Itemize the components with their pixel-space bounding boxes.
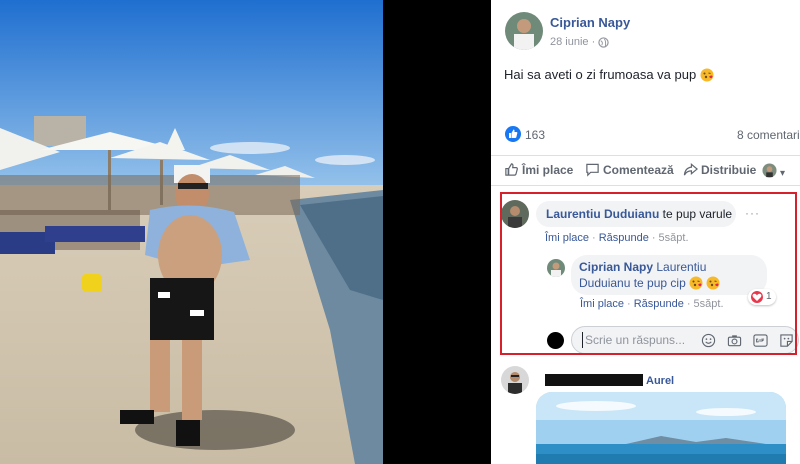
post-photo[interactable]: [0, 0, 383, 464]
commenter-avatar[interactable]: [501, 366, 529, 394]
audience-selector[interactable]: ▾: [762, 163, 786, 179]
emoji-icon[interactable]: [701, 333, 716, 348]
comments-count[interactable]: 8 comentarii: [737, 128, 800, 142]
chevron-down-icon: ▾: [780, 168, 786, 179]
separator-dot: ·: [686, 298, 691, 310]
reply-time[interactable]: 5săpt.: [694, 298, 724, 310]
like-button[interactable]: Îmi place: [505, 163, 574, 177]
post-date[interactable]: 28 iunie ·: [550, 36, 595, 48]
separator-dot: ·: [627, 298, 631, 310]
like-button-label: Îmi place: [522, 163, 574, 177]
comment-options-button[interactable]: ···: [745, 206, 760, 220]
gif-icon[interactable]: [753, 333, 768, 348]
thumbs-up-icon: [505, 163, 518, 176]
reply-reply-link[interactable]: Răspunde: [634, 298, 684, 310]
kiss-emoji-icon: [700, 68, 714, 82]
post-date-text[interactable]: 28 iunie: [550, 36, 589, 48]
comment-bubble: Laurentiu Duduianu te pup varule: [536, 201, 736, 227]
globe-icon[interactable]: [598, 37, 609, 48]
camera-icon[interactable]: [727, 333, 742, 348]
date-separator: ·: [591, 36, 596, 48]
reply-like-link[interactable]: Îmi place: [580, 298, 624, 310]
share-button-label: Distribuie: [701, 163, 757, 177]
comment-button-label: Comentează: [603, 163, 674, 177]
comment-author[interactable]: Aurel: [546, 375, 674, 387]
post-author-name[interactable]: Ciprian Napy: [550, 15, 630, 30]
heart-icon: [751, 291, 763, 303]
post-text-body: Hai sa aveti o zi frumoasa va pup: [504, 67, 697, 82]
reply-author-avatar[interactable]: [547, 259, 565, 277]
reaction-badge[interactable]: 1: [748, 289, 776, 305]
share-button[interactable]: Distribuie: [683, 163, 757, 177]
kiss-emoji-icon: [689, 276, 703, 290]
reply-composer[interactable]: [571, 326, 799, 354]
comment-time[interactable]: 5săpt.: [659, 232, 689, 244]
reactions-summary: 163 8 comentarii: [491, 118, 800, 152]
comment-actions: Îmi place · Răspunde · 5săpt.: [545, 232, 689, 244]
kiss-emoji-icon: [706, 276, 720, 290]
share-icon: [683, 163, 698, 176]
comment-icon: [586, 163, 599, 177]
reply-actions: Îmi place · Răspunde · 5săpt.: [580, 298, 724, 310]
divider: [491, 185, 800, 186]
comment-like-link[interactable]: Îmi place: [545, 232, 589, 244]
author-avatar[interactable]: [505, 12, 543, 50]
post-panel: Ciprian Napy 28 iunie · Hai sa aveti o z…: [491, 0, 800, 464]
sticker-icon[interactable]: [779, 333, 794, 348]
reply-author[interactable]: Ciprian Napy: [579, 260, 653, 274]
comment-author-visible[interactable]: Aurel: [646, 375, 674, 387]
comment-image[interactable]: [536, 392, 786, 464]
reaction-count: 1: [766, 291, 772, 302]
post-actions: Îmi place Comentează Distribuie ▾: [491, 156, 800, 185]
comment-button[interactable]: Comentează: [586, 163, 674, 177]
commenter-avatar[interactable]: [501, 200, 529, 228]
comment-author[interactable]: Laurentiu Duduianu: [546, 207, 659, 221]
separator-dot: ·: [651, 232, 656, 244]
like-reaction-icon[interactable]: [505, 126, 521, 142]
profile-mini-avatar-icon: [762, 163, 777, 178]
comment-text: te pup varule: [662, 207, 733, 221]
separator-dot: ·: [592, 232, 596, 244]
post-text: Hai sa aveti o zi frumoasa va pup: [504, 67, 714, 82]
like-count[interactable]: 163: [525, 128, 545, 142]
reply-input[interactable]: [582, 332, 692, 348]
comment-reply-link[interactable]: Răspunde: [599, 232, 649, 244]
reply-bubble: Ciprian Napy Laurentiu Duduianu te pup c…: [571, 255, 767, 295]
current-user-avatar: [547, 332, 564, 349]
